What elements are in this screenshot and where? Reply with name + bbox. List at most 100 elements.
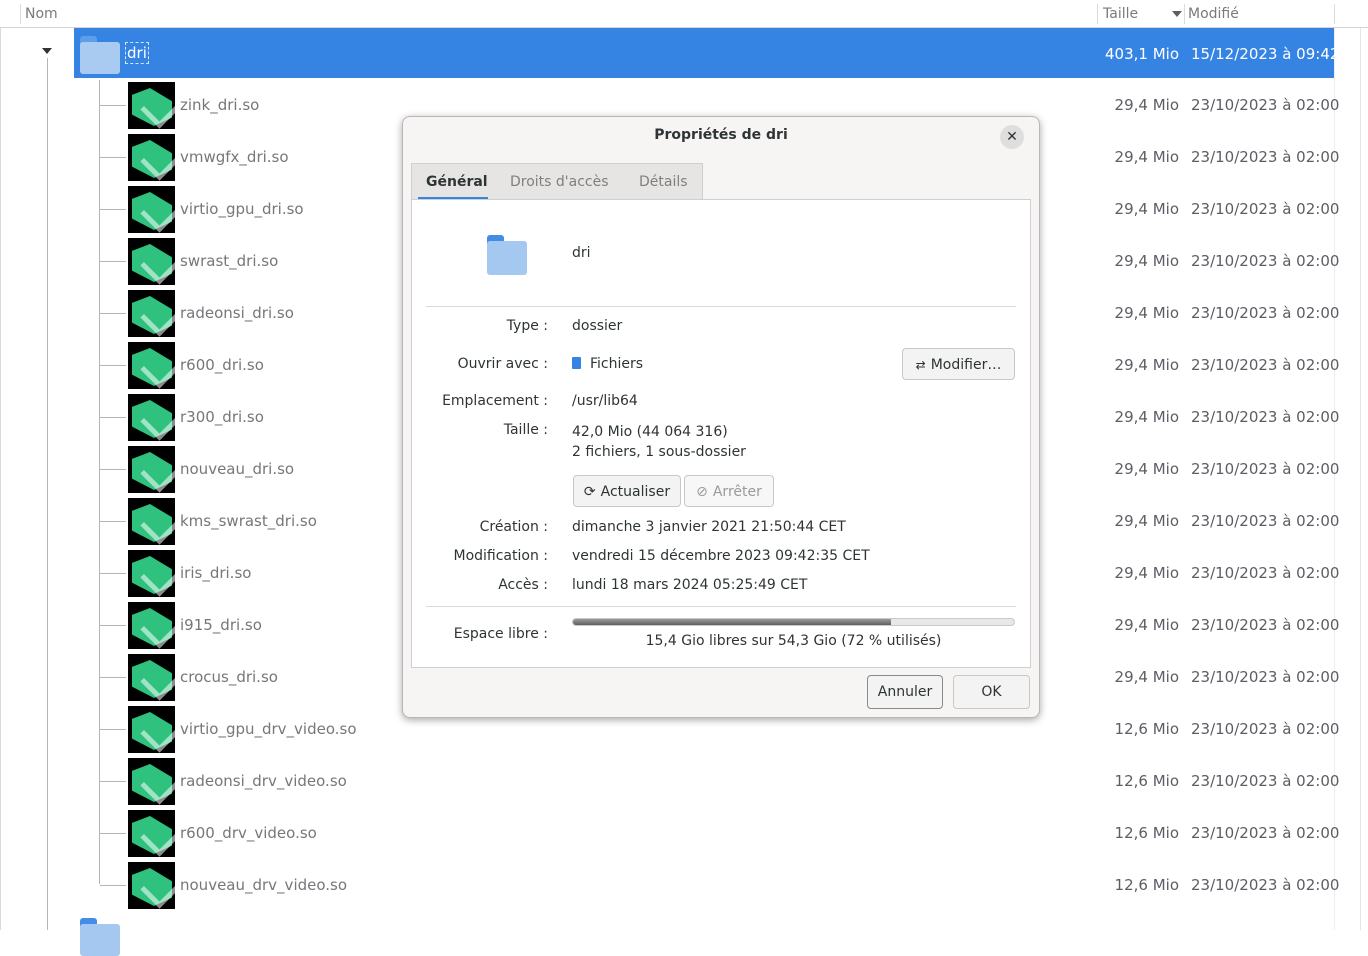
- file-date: 23/10/2023 à 02:00: [1191, 512, 1340, 530]
- shared-library-icon: [128, 342, 175, 389]
- refresh-button-label: Actualiser: [600, 484, 671, 500]
- stop-button[interactable]: ⊘ Arrêter: [684, 475, 774, 507]
- sort-arrow-icon[interactable]: [1172, 11, 1182, 17]
- file-size: 29,4 Mio: [1114, 200, 1179, 218]
- files-app-icon: [572, 357, 581, 369]
- file-name[interactable]: kms_swrast_dri.so: [180, 512, 317, 530]
- properties-dialog: Propriétés de dri ✕ Général Droits d'acc…: [402, 116, 1040, 718]
- file-size: 29,4 Mio: [1114, 148, 1179, 166]
- ok-button[interactable]: OK: [953, 675, 1030, 709]
- file-date: 23/10/2023 à 02:00: [1191, 304, 1340, 322]
- general-panel: dri Type : dossier Ouvrir avec : Fichier…: [411, 199, 1031, 668]
- tree-line: [100, 105, 126, 106]
- file-name[interactable]: r600_drv_video.so: [180, 824, 317, 842]
- type-value: dossier: [572, 318, 623, 334]
- tab-details[interactable]: Détails: [639, 164, 688, 200]
- file-size: 12,6 Mio: [1114, 772, 1179, 790]
- close-icon[interactable]: ✕: [1000, 125, 1024, 149]
- stop-icon: ⊘: [696, 484, 708, 500]
- tree-line: [100, 157, 126, 158]
- modified-value: vendredi 15 décembre 2023 09:42:35 CET: [572, 548, 870, 564]
- selected-folder-name[interactable]: dri: [125, 42, 149, 64]
- created-label: Création :: [479, 519, 548, 535]
- file-size: 29,4 Mio: [1114, 252, 1179, 270]
- separator: [426, 306, 1016, 307]
- file-date: 23/10/2023 à 02:00: [1191, 564, 1340, 582]
- tab-general[interactable]: Général: [426, 164, 488, 200]
- file-name[interactable]: i915_dri.so: [180, 616, 262, 634]
- file-date: 23/10/2023 à 02:00: [1191, 772, 1340, 790]
- tab-bar: Général Droits d'accès Détails: [411, 163, 703, 200]
- tree-line: [100, 365, 126, 366]
- file-date: 23/10/2023 à 02:00: [1191, 720, 1340, 738]
- file-date: 23/10/2023 à 02:00: [1191, 96, 1340, 114]
- shared-library-icon: [128, 550, 175, 597]
- tree-line: [100, 313, 126, 314]
- file-name[interactable]: radeonsi_drv_video.so: [180, 772, 347, 790]
- shared-library-icon: [128, 186, 175, 233]
- size-value: 42,0 Mio (44 064 316): [572, 424, 728, 440]
- header-separator: [1334, 4, 1335, 24]
- folder-name[interactable]: dri: [572, 245, 591, 261]
- shared-library-icon: [128, 238, 175, 285]
- shared-library-icon: [128, 394, 175, 441]
- selected-folder-date: 15/12/2023 à 09:42: [1191, 45, 1340, 63]
- modified-label: Modification :: [453, 548, 549, 564]
- shared-library-icon: [128, 862, 175, 909]
- file-name[interactable]: iris_dri.so: [180, 564, 251, 582]
- refresh-button[interactable]: ⟳ Actualiser: [573, 475, 681, 507]
- column-modified-header[interactable]: Modifié: [1188, 0, 1239, 27]
- accessed-label: Accès :: [498, 577, 548, 593]
- file-name[interactable]: nouveau_drv_video.so: [180, 876, 347, 894]
- file-name[interactable]: r600_dri.so: [180, 356, 264, 374]
- location-value[interactable]: /usr/lib64: [572, 393, 638, 409]
- tab-permissions[interactable]: Droits d'accès: [510, 164, 609, 200]
- column-size-header[interactable]: Taille: [1103, 0, 1138, 27]
- open-with-app: Fichiers: [590, 356, 644, 372]
- cancel-button[interactable]: Annuler: [867, 675, 943, 709]
- column-name-header[interactable]: Nom: [25, 0, 58, 27]
- separator: [426, 606, 1016, 607]
- shared-library-icon: [128, 134, 175, 181]
- file-name[interactable]: virtio_gpu_drv_video.so: [180, 720, 357, 738]
- tree-line: [100, 573, 126, 574]
- right-border: [1360, 0, 1361, 930]
- file-name[interactable]: radeonsi_dri.so: [180, 304, 294, 322]
- folder-icon: [80, 36, 120, 74]
- left-border: [0, 0, 1, 930]
- shared-library-icon: [128, 706, 175, 753]
- file-date: 23/10/2023 à 02:00: [1191, 252, 1340, 270]
- file-date: 23/10/2023 à 02:00: [1191, 356, 1340, 374]
- file-date: 23/10/2023 à 02:00: [1191, 616, 1340, 634]
- file-name[interactable]: crocus_dri.so: [180, 668, 278, 686]
- dialog-title: Propriétés de dri: [654, 127, 788, 143]
- header-separator: [1097, 4, 1098, 24]
- sliders-icon: ⇄: [915, 358, 926, 372]
- file-size: 29,4 Mio: [1114, 512, 1179, 530]
- file-name[interactable]: vmwgfx_dri.so: [180, 148, 289, 166]
- selected-folder-size: 403,1 Mio: [1105, 45, 1179, 63]
- shared-library-icon: [128, 654, 175, 701]
- file-date: 23/10/2023 à 02:00: [1191, 876, 1340, 894]
- shared-library-icon: [128, 446, 175, 493]
- expander-arrow-icon[interactable]: [42, 48, 52, 54]
- change-button[interactable]: ⇄ Modifier…: [902, 348, 1015, 380]
- file-date: 23/10/2023 à 02:00: [1191, 408, 1340, 426]
- file-name[interactable]: zink_dri.so: [180, 96, 259, 114]
- tree-line: [100, 885, 126, 886]
- file-name[interactable]: r300_dri.so: [180, 408, 264, 426]
- file-name[interactable]: virtio_gpu_dri.so: [180, 200, 304, 218]
- file-name[interactable]: nouveau_dri.so: [180, 460, 294, 478]
- shared-library-icon: [128, 810, 175, 857]
- shared-library-icon: [128, 82, 175, 129]
- file-name[interactable]: swrast_dri.so: [180, 252, 278, 270]
- file-size: 29,4 Mio: [1114, 408, 1179, 426]
- open-with-label: Ouvrir avec :: [457, 356, 548, 372]
- free-space-value: 15,4 Gio libres sur 54,3 Gio (72 % utili…: [645, 633, 942, 649]
- tree-line: [100, 521, 126, 522]
- disk-usage-fill: [573, 619, 891, 625]
- refresh-icon: ⟳: [583, 484, 596, 500]
- column-header: Nom Taille Modifié: [0, 0, 1368, 28]
- shared-library-icon: [128, 498, 175, 545]
- file-size: 29,4 Mio: [1114, 668, 1179, 686]
